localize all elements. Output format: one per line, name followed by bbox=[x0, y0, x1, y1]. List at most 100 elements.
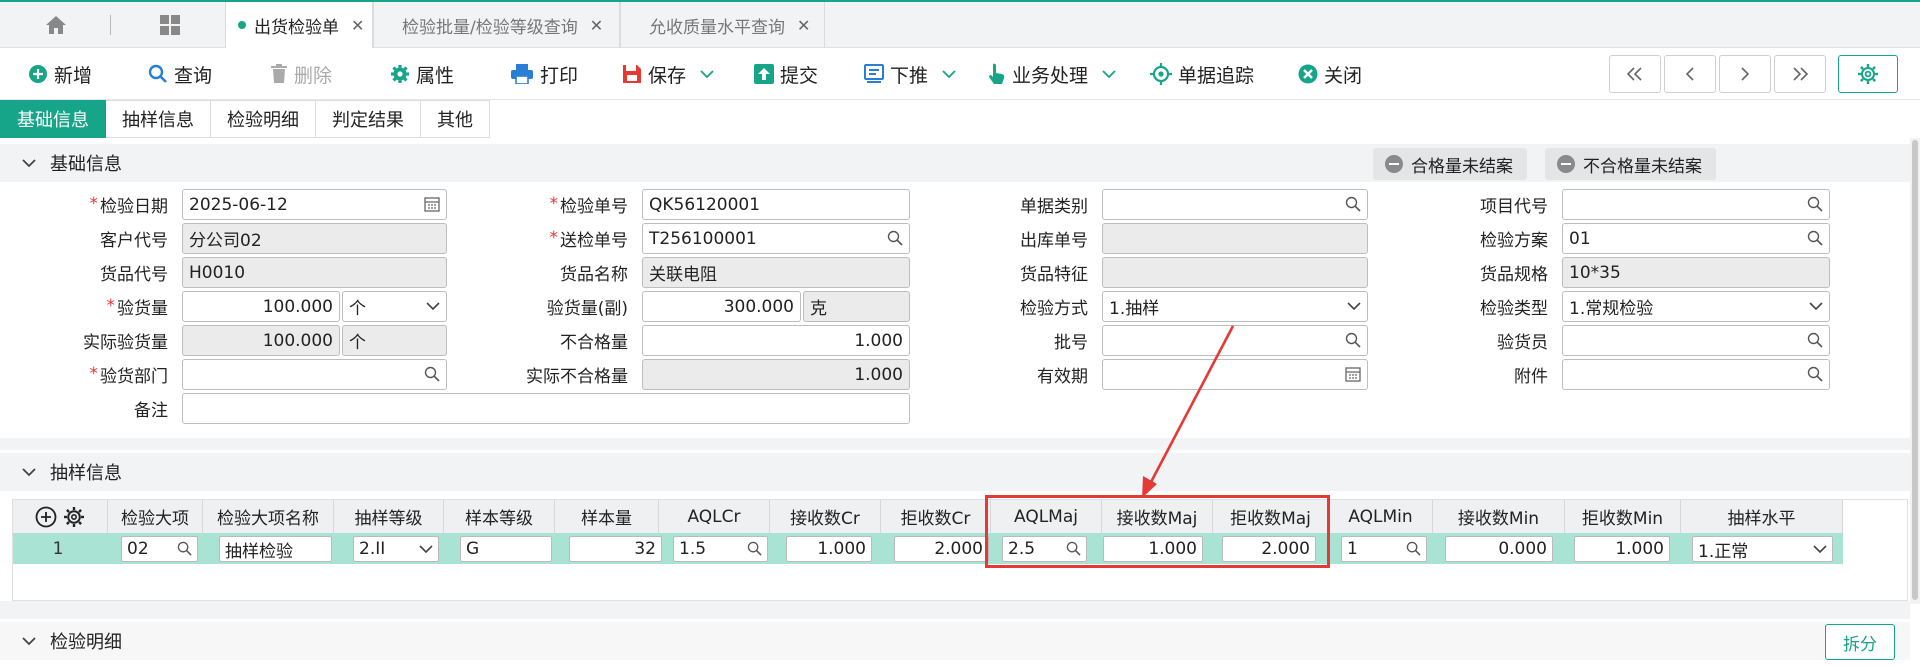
inspect-qty-unit-select[interactable]: 个 bbox=[342, 291, 447, 322]
accept-min-cell[interactable]: 0.000 bbox=[1445, 536, 1553, 562]
table-row[interactable]: 1 02 抽样检验 2.II G 32 1.5 1.000 2.000 2.5 bbox=[13, 533, 1843, 564]
tab-outbound-inspection[interactable]: 出货检验单 ✕ bbox=[225, 2, 373, 48]
delete-button[interactable]: 删除 bbox=[270, 56, 332, 92]
unqualified-open-button[interactable]: 不合格量未结案 bbox=[1545, 148, 1716, 180]
inspect-plan-label: 检验方案 bbox=[1480, 230, 1548, 251]
save-button[interactable]: 保存 bbox=[622, 56, 714, 92]
business-button[interactable]: 业务处理 bbox=[988, 56, 1116, 92]
item-cell[interactable]: 02 bbox=[121, 536, 198, 562]
col-header[interactable]: AQLMin bbox=[1329, 500, 1433, 533]
inspect-dept-field[interactable] bbox=[182, 359, 447, 390]
col-header[interactable]: 拒收数Cr bbox=[881, 500, 991, 533]
section-title: 检验明细 bbox=[50, 632, 122, 653]
add-row-icon[interactable] bbox=[35, 506, 57, 528]
close-button[interactable]: 关闭 bbox=[1298, 56, 1362, 92]
goods-spec-label: 货品规格 bbox=[1480, 264, 1548, 285]
goods-name-field: 关联电阻 bbox=[642, 257, 910, 288]
project-code-field[interactable] bbox=[1562, 189, 1830, 220]
section-title: 基础信息 bbox=[50, 154, 122, 175]
col-header[interactable]: 抽样水平 bbox=[1681, 500, 1843, 533]
col-header[interactable]: 检验大项 bbox=[108, 500, 203, 533]
home-icon[interactable] bbox=[28, 2, 84, 48]
print-button[interactable]: 打印 bbox=[510, 56, 578, 92]
sample-grade-select[interactable]: 2.II bbox=[353, 536, 439, 562]
col-header[interactable]: 样本等级 bbox=[444, 500, 555, 533]
search-icon bbox=[1807, 366, 1823, 382]
search-icon bbox=[1807, 332, 1823, 348]
accept-cr-cell[interactable]: 1.000 bbox=[786, 536, 872, 562]
new-button[interactable]: 新增 bbox=[28, 56, 92, 92]
col-header[interactable]: 接收数Cr bbox=[770, 500, 881, 533]
remark-field[interactable] bbox=[182, 393, 910, 424]
sampling-level-select[interactable]: 1.正常 bbox=[1692, 536, 1833, 562]
header-actions bbox=[13, 500, 108, 533]
aql-cr-cell[interactable]: 1.5 bbox=[673, 536, 768, 562]
inspect-type-select[interactable]: 1.常规检验 bbox=[1562, 291, 1830, 322]
subtab-basic-info[interactable]: 基础信息 bbox=[0, 100, 106, 138]
chevron-down-icon bbox=[22, 159, 36, 168]
chevron-down-icon bbox=[22, 637, 36, 646]
section-header-detail[interactable]: 检验明细 bbox=[0, 622, 1910, 660]
sample-level-cell[interactable]: G bbox=[460, 536, 552, 562]
vertical-scrollbar[interactable] bbox=[1910, 138, 1920, 604]
inspect-method-select[interactable]: 1.抽样 bbox=[1102, 291, 1368, 322]
subtab-inspection-detail[interactable]: 检验明细 bbox=[211, 100, 316, 138]
col-header[interactable]: 接收数Min bbox=[1433, 500, 1565, 533]
inspect-plan-field[interactable]: 01 bbox=[1562, 223, 1830, 254]
inspect-qty2-field[interactable]: 300.000 bbox=[642, 291, 801, 322]
subtab-judgement-result[interactable]: 判定结果 bbox=[316, 100, 421, 138]
sub-tab-bar: 基础信息 抽样信息 检验明细 判定结果 其他 bbox=[0, 100, 490, 138]
apps-grid-icon[interactable] bbox=[142, 2, 198, 48]
unqualified-field[interactable]: 1.000 bbox=[642, 325, 910, 356]
scrollbar-thumb[interactable] bbox=[1912, 140, 1918, 600]
inspector-field[interactable] bbox=[1562, 325, 1830, 356]
col-header[interactable]: AQLCr bbox=[659, 500, 770, 533]
chevron-left-icon bbox=[1685, 67, 1694, 81]
properties-button[interactable]: 属性 bbox=[390, 56, 454, 92]
col-header[interactable]: 抽样等级 bbox=[334, 500, 444, 533]
chevron-down-icon bbox=[1813, 545, 1827, 554]
trace-button[interactable]: 单据追踪 bbox=[1150, 56, 1254, 92]
item-name-cell[interactable]: 抽样检验 bbox=[219, 536, 332, 562]
tab-batch-level-query[interactable]: 检验批量/检验等级查询 ✕ bbox=[373, 2, 620, 48]
submit-button[interactable]: 提交 bbox=[754, 56, 818, 92]
tab-aql-query[interactable]: 允收质量水平查询 ✕ bbox=[620, 2, 825, 48]
inspect-date-field[interactable]: 2025-06-12 bbox=[182, 189, 447, 220]
inspect-no-field[interactable]: QK56120001 bbox=[642, 189, 910, 220]
close-icon[interactable]: ✕ bbox=[590, 16, 603, 35]
subtab-sampling-info[interactable]: 抽样信息 bbox=[106, 100, 211, 138]
subtab-other[interactable]: 其他 bbox=[421, 100, 490, 138]
close-icon[interactable]: ✕ bbox=[797, 16, 810, 35]
col-header[interactable]: 样本量 bbox=[555, 500, 659, 533]
settings-button[interactable] bbox=[1838, 55, 1898, 93]
inspect-type-label: 检验类型 bbox=[1480, 298, 1548, 319]
qualified-open-button[interactable]: 合格量未结案 bbox=[1373, 148, 1527, 180]
sample-size-cell[interactable]: 32 bbox=[569, 536, 662, 562]
active-dot-icon bbox=[238, 21, 246, 29]
col-header[interactable]: 检验大项名称 bbox=[203, 500, 334, 533]
chevron-down-icon bbox=[22, 468, 36, 477]
minus-circle-icon bbox=[1557, 155, 1575, 173]
reject-min-cell[interactable]: 1.000 bbox=[1574, 536, 1670, 562]
close-icon[interactable]: ✕ bbox=[351, 16, 364, 35]
prev-page-button[interactable] bbox=[1664, 55, 1716, 93]
chevron-down-icon bbox=[1347, 302, 1361, 311]
doc-type-field[interactable] bbox=[1102, 189, 1368, 220]
attachment-field[interactable] bbox=[1562, 359, 1830, 390]
push-down-button[interactable]: 下推 bbox=[864, 56, 956, 92]
last-page-button[interactable] bbox=[1774, 55, 1826, 93]
inspect-qty-field[interactable]: 100.000 bbox=[182, 291, 340, 322]
gear-icon[interactable] bbox=[63, 506, 85, 528]
reject-cr-cell[interactable]: 2.000 bbox=[894, 536, 989, 562]
sampling-table: 检验大项 检验大项名称 抽样等级 样本等级 样本量 AQLCr 接收数Cr 拒收… bbox=[12, 499, 1908, 601]
section-header-sampling[interactable]: 抽样信息 bbox=[0, 453, 1910, 491]
split-button[interactable]: 拆分 bbox=[1825, 624, 1895, 660]
first-page-button[interactable] bbox=[1609, 55, 1661, 93]
aql-min-cell[interactable]: 1 bbox=[1341, 536, 1427, 562]
project-code-label: 项目代号 bbox=[1480, 196, 1548, 217]
next-page-button[interactable] bbox=[1719, 55, 1771, 93]
customer-code-field: 分公司02 bbox=[182, 223, 447, 254]
query-button[interactable]: 查询 bbox=[148, 56, 212, 92]
col-header[interactable]: 拒收数Min bbox=[1565, 500, 1681, 533]
send-no-field[interactable]: T256100001 bbox=[642, 223, 910, 254]
